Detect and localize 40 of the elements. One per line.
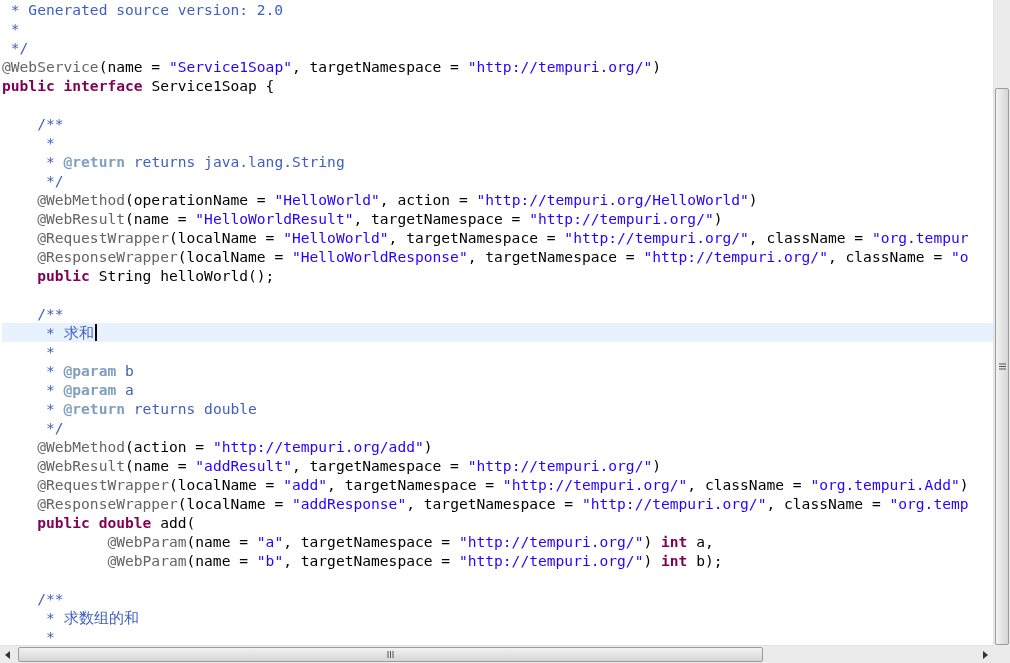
code-line: * Generated source version: 2.0 bbox=[9, 0, 284, 19]
horizontal-scrollbar[interactable] bbox=[0, 645, 993, 663]
code-line: */ bbox=[9, 38, 29, 57]
code-line: @WebMethod(operationName = "HelloWorld", action = "http://tempuri.org/HelloWorld") bbox=[36, 190, 758, 209]
code-line: @WebService(name = "Service1Soap", targetNamespace = "http://tempuri.org/") bbox=[2, 57, 661, 76]
scroll-left-icon[interactable] bbox=[5, 650, 10, 659]
code-line: public String helloWorld(); bbox=[36, 266, 275, 285]
code-line: * bbox=[9, 19, 20, 38]
code-line: @WebResult(name = "HelloWorldResult", targetNamespace = "http://tempuri.org/") bbox=[36, 209, 723, 228]
code-line: @WebMethod(action = "http://tempuri.org/add") bbox=[36, 437, 433, 456]
code-line: @WebParam(name = "b", targetNamespace = "http://tempuri.org/") int b); bbox=[106, 551, 723, 570]
code-line: @RequestWrapper(localName = "add", targetNamespace = "http://tempuri.org/", className = "org.tempuri.Add") bbox=[36, 475, 969, 494]
code-line: /** bbox=[36, 304, 64, 323]
code-line: * @param a bbox=[44, 380, 134, 399]
code-line: @ResponseWrapper(localName = "HelloWorldResponse", targetNamespace = "http://tempuri.org/", className = "o bbox=[36, 247, 969, 266]
code-line: public double add( bbox=[36, 513, 196, 532]
code-line: @WebParam(name = "a", targetNamespace = "http://tempuri.org/") int a, bbox=[106, 532, 714, 551]
code-line: * bbox=[44, 342, 55, 361]
grip-icon bbox=[998, 363, 1006, 370]
scroll-right-icon[interactable] bbox=[983, 650, 988, 659]
code-line: * bbox=[44, 627, 55, 645]
code-line: @WebResult(name = "addResult", targetNamespace = "http://tempuri.org/") bbox=[36, 456, 661, 475]
code-line: * 求数组的和 bbox=[44, 608, 139, 627]
code-line: * 求和 bbox=[44, 323, 94, 342]
code-line: * @param b bbox=[44, 361, 134, 380]
code-line: /** bbox=[36, 114, 64, 133]
code-line: * @return returns double bbox=[44, 399, 257, 418]
code-line: * bbox=[44, 133, 55, 152]
code-line: * @return returns java.lang.String bbox=[44, 152, 345, 171]
scrollbar-thumb[interactable] bbox=[18, 647, 763, 662]
vertical-scrollbar[interactable] bbox=[993, 0, 1010, 645]
code-line: public interface Service1Soap { bbox=[2, 76, 275, 95]
code-line: */ bbox=[44, 171, 64, 190]
grip-icon bbox=[387, 651, 394, 658]
scrollbar-thumb[interactable] bbox=[995, 88, 1009, 645]
code-line: /** bbox=[36, 589, 64, 608]
code-line: @RequestWrapper(localName = "HelloWorld", targetNamespace = "http://tempuri.org/", className = "org.tempur bbox=[36, 228, 969, 247]
code-line: @ResponseWrapper(localName = "addResponse", targetNamespace = "http://tempuri.org/", className = "org.temp bbox=[36, 494, 969, 513]
scrollbar-corner bbox=[993, 645, 1010, 663]
code-line: */ bbox=[44, 418, 64, 437]
